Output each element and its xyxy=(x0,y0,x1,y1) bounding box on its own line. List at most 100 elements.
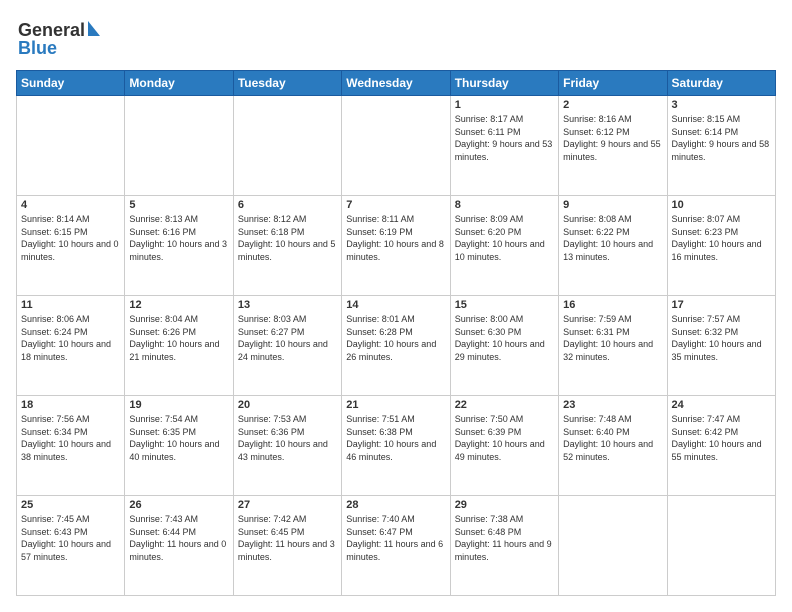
calendar-day-cell: 20 Sunrise: 7:53 AM Sunset: 6:36 PM Dayli… xyxy=(233,396,341,496)
day-number: 14 xyxy=(346,299,445,311)
day-info: Sunrise: 8:08 AM Sunset: 6:22 PM Dayligh… xyxy=(563,213,662,263)
weekday-header-sunday: Sunday xyxy=(17,71,125,96)
day-number: 25 xyxy=(21,499,120,511)
day-info: Sunrise: 8:13 AM Sunset: 6:16 PM Dayligh… xyxy=(129,213,228,263)
calendar-day-cell: 14 Sunrise: 8:01 AM Sunset: 6:28 PM Dayli… xyxy=(342,296,450,396)
calendar-week-row: 11 Sunrise: 8:06 AM Sunset: 6:24 PM Dayli… xyxy=(17,296,776,396)
calendar-week-row: 4 Sunrise: 8:14 AM Sunset: 6:15 PM Daylig… xyxy=(17,196,776,296)
day-info: Sunrise: 7:53 AM Sunset: 6:36 PM Dayligh… xyxy=(238,413,337,463)
calendar-day-cell: 5 Sunrise: 8:13 AM Sunset: 6:16 PM Daylig… xyxy=(125,196,233,296)
svg-text:Blue: Blue xyxy=(18,38,57,58)
day-number: 3 xyxy=(672,99,771,111)
calendar-day-cell xyxy=(233,96,341,196)
day-number: 1 xyxy=(455,99,554,111)
calendar-day-cell: 7Sunrise: 8:11 AM Sunset: 6:19 PM Daylig… xyxy=(342,196,450,296)
day-info: Sunrise: 7:42 AM Sunset: 6:45 PM Dayligh… xyxy=(238,513,337,563)
calendar-day-cell xyxy=(17,96,125,196)
day-info: Sunrise: 8:03 AM Sunset: 6:27 PM Dayligh… xyxy=(238,313,337,363)
calendar-day-cell: 13 Sunrise: 8:03 AM Sunset: 6:27 PM Dayli… xyxy=(233,296,341,396)
calendar-day-cell: 8 Sunrise: 8:09 AM Sunset: 6:20 PM Daylig… xyxy=(450,196,558,296)
day-number: 13 xyxy=(238,299,337,311)
day-number: 24 xyxy=(672,399,771,411)
calendar-day-cell xyxy=(667,496,775,596)
calendar-day-cell xyxy=(342,96,450,196)
calendar-week-row: 1 Sunrise: 8:17 AM Sunset: 6:11 PM Daylig… xyxy=(17,96,776,196)
day-number: 2 xyxy=(563,99,662,111)
calendar-day-cell: 10 Sunrise: 8:07 AM Sunset: 6:23 PM Dayli… xyxy=(667,196,775,296)
calendar-day-cell: 9 Sunrise: 8:08 AM Sunset: 6:22 PM Daylig… xyxy=(559,196,667,296)
calendar-day-cell: 12 Sunrise: 8:04 AM Sunset: 6:26 PM Dayli… xyxy=(125,296,233,396)
weekday-header-tuesday: Tuesday xyxy=(233,71,341,96)
day-info: Sunrise: 7:59 AM Sunset: 6:31 PM Dayligh… xyxy=(563,313,662,363)
day-info: Sunrise: 7:50 AM Sunset: 6:39 PM Dayligh… xyxy=(455,413,554,463)
calendar-day-cell: 1 Sunrise: 8:17 AM Sunset: 6:11 PM Daylig… xyxy=(450,96,558,196)
calendar-day-cell: 19Sunrise: 7:54 AM Sunset: 6:35 PM Dayli… xyxy=(125,396,233,496)
day-info: Sunrise: 8:06 AM Sunset: 6:24 PM Dayligh… xyxy=(21,313,120,363)
day-info: Sunrise: 7:51 AM Sunset: 6:38 PM Dayligh… xyxy=(346,413,445,463)
day-info: Sunrise: 7:38 AM Sunset: 6:48 PM Dayligh… xyxy=(455,513,554,563)
day-info: Sunrise: 8:12 AM Sunset: 6:18 PM Dayligh… xyxy=(238,213,337,263)
day-number: 12 xyxy=(129,299,228,311)
day-info: Sunrise: 8:00 AM Sunset: 6:30 PM Dayligh… xyxy=(455,313,554,363)
day-number: 19 xyxy=(129,399,228,411)
day-number: 7 xyxy=(346,199,445,211)
page: GeneralBlue SundayMondayTuesdayWednesday… xyxy=(0,0,792,612)
weekday-header-row: SundayMondayTuesdayWednesdayThursdayFrid… xyxy=(17,71,776,96)
day-number: 23 xyxy=(563,399,662,411)
day-number: 10 xyxy=(672,199,771,211)
day-info: Sunrise: 8:15 AM Sunset: 6:14 PM Dayligh… xyxy=(672,113,771,163)
day-info: Sunrise: 8:16 AM Sunset: 6:12 PM Dayligh… xyxy=(563,113,662,163)
day-info: Sunrise: 7:48 AM Sunset: 6:40 PM Dayligh… xyxy=(563,413,662,463)
calendar-day-cell: 4 Sunrise: 8:14 AM Sunset: 6:15 PM Daylig… xyxy=(17,196,125,296)
day-number: 29 xyxy=(455,499,554,511)
day-info: Sunrise: 8:14 AM Sunset: 6:15 PM Dayligh… xyxy=(21,213,120,263)
day-info: Sunrise: 8:17 AM Sunset: 6:11 PM Dayligh… xyxy=(455,113,554,163)
logo-svg: GeneralBlue xyxy=(16,16,106,60)
day-number: 5 xyxy=(129,199,228,211)
weekday-header-saturday: Saturday xyxy=(667,71,775,96)
svg-text:General: General xyxy=(18,20,85,40)
calendar-day-cell: 15 Sunrise: 8:00 AM Sunset: 6:30 PM Dayli… xyxy=(450,296,558,396)
day-info: Sunrise: 8:04 AM Sunset: 6:26 PM Dayligh… xyxy=(129,313,228,363)
calendar-day-cell: 27Sunrise: 7:42 AM Sunset: 6:45 PM Dayli… xyxy=(233,496,341,596)
calendar-day-cell: 17 Sunrise: 7:57 AM Sunset: 6:32 PM Dayli… xyxy=(667,296,775,396)
day-number: 8 xyxy=(455,199,554,211)
day-number: 20 xyxy=(238,399,337,411)
day-info: Sunrise: 7:47 AM Sunset: 6:42 PM Dayligh… xyxy=(672,413,771,463)
calendar-day-cell: 16Sunrise: 7:59 AM Sunset: 6:31 PM Dayli… xyxy=(559,296,667,396)
day-number: 15 xyxy=(455,299,554,311)
day-info: Sunrise: 7:57 AM Sunset: 6:32 PM Dayligh… xyxy=(672,313,771,363)
calendar-day-cell xyxy=(125,96,233,196)
logo: GeneralBlue xyxy=(16,16,106,60)
calendar-day-cell: 26Sunrise: 7:43 AM Sunset: 6:44 PM Dayli… xyxy=(125,496,233,596)
calendar-week-row: 18Sunrise: 7:56 AM Sunset: 6:34 PM Dayli… xyxy=(17,396,776,496)
day-info: Sunrise: 7:56 AM Sunset: 6:34 PM Dayligh… xyxy=(21,413,120,463)
calendar-week-row: 25 Sunrise: 7:45 AM Sunset: 6:43 PM Dayli… xyxy=(17,496,776,596)
weekday-header-monday: Monday xyxy=(125,71,233,96)
calendar-day-cell: 23 Sunrise: 7:48 AM Sunset: 6:40 PM Dayli… xyxy=(559,396,667,496)
calendar-day-cell: 18Sunrise: 7:56 AM Sunset: 6:34 PM Dayli… xyxy=(17,396,125,496)
day-info: Sunrise: 7:40 AM Sunset: 6:47 PM Dayligh… xyxy=(346,513,445,563)
calendar-day-cell: 24 Sunrise: 7:47 AM Sunset: 6:42 PM Dayli… xyxy=(667,396,775,496)
day-number: 21 xyxy=(346,399,445,411)
calendar-day-cell: 22 Sunrise: 7:50 AM Sunset: 6:39 PM Dayli… xyxy=(450,396,558,496)
calendar-day-cell: 29 Sunrise: 7:38 AM Sunset: 6:48 PM Dayli… xyxy=(450,496,558,596)
weekday-header-wednesday: Wednesday xyxy=(342,71,450,96)
day-info: Sunrise: 8:07 AM Sunset: 6:23 PM Dayligh… xyxy=(672,213,771,263)
calendar-day-cell: 11 Sunrise: 8:06 AM Sunset: 6:24 PM Dayli… xyxy=(17,296,125,396)
calendar-day-cell: 28Sunrise: 7:40 AM Sunset: 6:47 PM Dayli… xyxy=(342,496,450,596)
day-number: 4 xyxy=(21,199,120,211)
day-number: 6 xyxy=(238,199,337,211)
day-info: Sunrise: 7:45 AM Sunset: 6:43 PM Dayligh… xyxy=(21,513,120,563)
day-info: Sunrise: 8:01 AM Sunset: 6:28 PM Dayligh… xyxy=(346,313,445,363)
calendar-day-cell: 3 Sunrise: 8:15 AM Sunset: 6:14 PM Daylig… xyxy=(667,96,775,196)
day-number: 22 xyxy=(455,399,554,411)
day-info: Sunrise: 8:09 AM Sunset: 6:20 PM Dayligh… xyxy=(455,213,554,263)
weekday-header-thursday: Thursday xyxy=(450,71,558,96)
day-number: 9 xyxy=(563,199,662,211)
day-number: 11 xyxy=(21,299,120,311)
header: GeneralBlue xyxy=(16,16,776,60)
day-number: 17 xyxy=(672,299,771,311)
day-info: Sunrise: 7:43 AM Sunset: 6:44 PM Dayligh… xyxy=(129,513,228,563)
calendar-day-cell: 2 Sunrise: 8:16 AM Sunset: 6:12 PM Daylig… xyxy=(559,96,667,196)
